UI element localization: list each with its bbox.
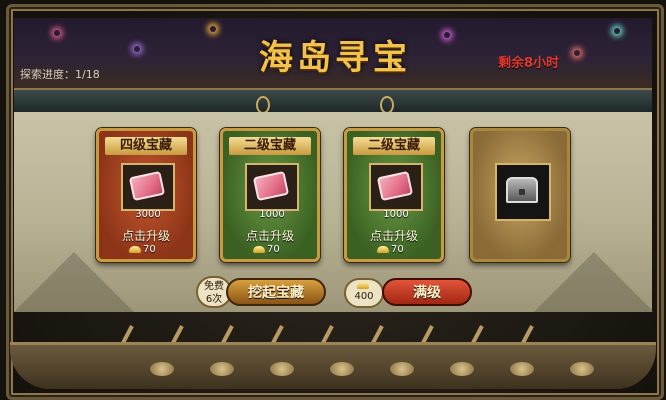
upgrade-cost-value: 70 [267,244,280,255]
treasure-card-chest[interactable] [470,128,570,262]
upgrade-link[interactable]: 点击升级 [223,227,317,244]
gold-cost-value: 400 [354,291,374,302]
shield-decoration [330,362,354,376]
upgrade-cost: 70 [377,244,404,255]
upgrade-link[interactable]: 点击升级 [99,227,193,244]
header-divider [14,88,652,114]
treasure-card-level2[interactable]: 二级宝藏 1000 点击升级 70 [344,128,444,262]
item-count: 1000 [383,209,409,220]
item-slot [245,163,299,211]
silk-scroll-icon [128,170,166,202]
upgrade-cost: 70 [253,244,280,255]
gold-ingot-icon [253,245,265,253]
gold-ingot-icon [129,245,141,253]
gold-ingot-icon [357,281,369,289]
treasure-card-title: 二级宝藏 [353,137,435,155]
page-title: 海岛寻宝 [259,38,411,78]
item-slot [121,163,175,211]
upgrade-cost-value: 70 [143,244,156,255]
treasure-chest-icon [506,177,538,203]
treasure-card-title: 二级宝藏 [229,137,311,155]
shield-decoration [570,362,594,376]
upgrade-cost-value: 70 [391,244,404,255]
shield-decoration [270,362,294,376]
gold-ingot-icon [377,245,389,253]
free-count: 6次 [205,294,223,305]
gold-cost-badge: 400 [344,278,384,308]
upgrade-link[interactable]: 点击升级 [347,227,441,244]
shield-decoration [210,362,234,376]
silk-scroll-icon [252,170,290,202]
shield-decoration [150,362,174,376]
item-count: 1000 [259,209,285,220]
treasure-hunt-window: 海岛寻宝 探索进度：1/18 剩余8小时 四级宝藏 3000 点击升级 70 二… [0,0,666,400]
item-slot [495,163,551,221]
remaining-time: 剩余8小时 [498,56,560,71]
treasure-card-title: 四级宝藏 [105,137,187,155]
dig-treasure-button[interactable]: 挖起宝藏 [226,278,326,306]
treasure-card-level4[interactable]: 四级宝藏 3000 点击升级 70 [96,128,196,262]
shield-decoration [390,362,414,376]
dragon-boat-decoration [10,318,656,390]
silk-scroll-icon [376,170,414,202]
shield-decoration [510,362,534,376]
item-count: 3000 [135,209,161,220]
treasure-card-level2[interactable]: 二级宝藏 1000 点击升级 70 [220,128,320,262]
max-level-button[interactable]: 满级 [382,278,472,306]
item-slot [369,163,423,211]
upgrade-cost: 70 [129,244,156,255]
shield-decoration [450,362,474,376]
exploration-progress: 探索进度：1/18 [20,68,100,81]
